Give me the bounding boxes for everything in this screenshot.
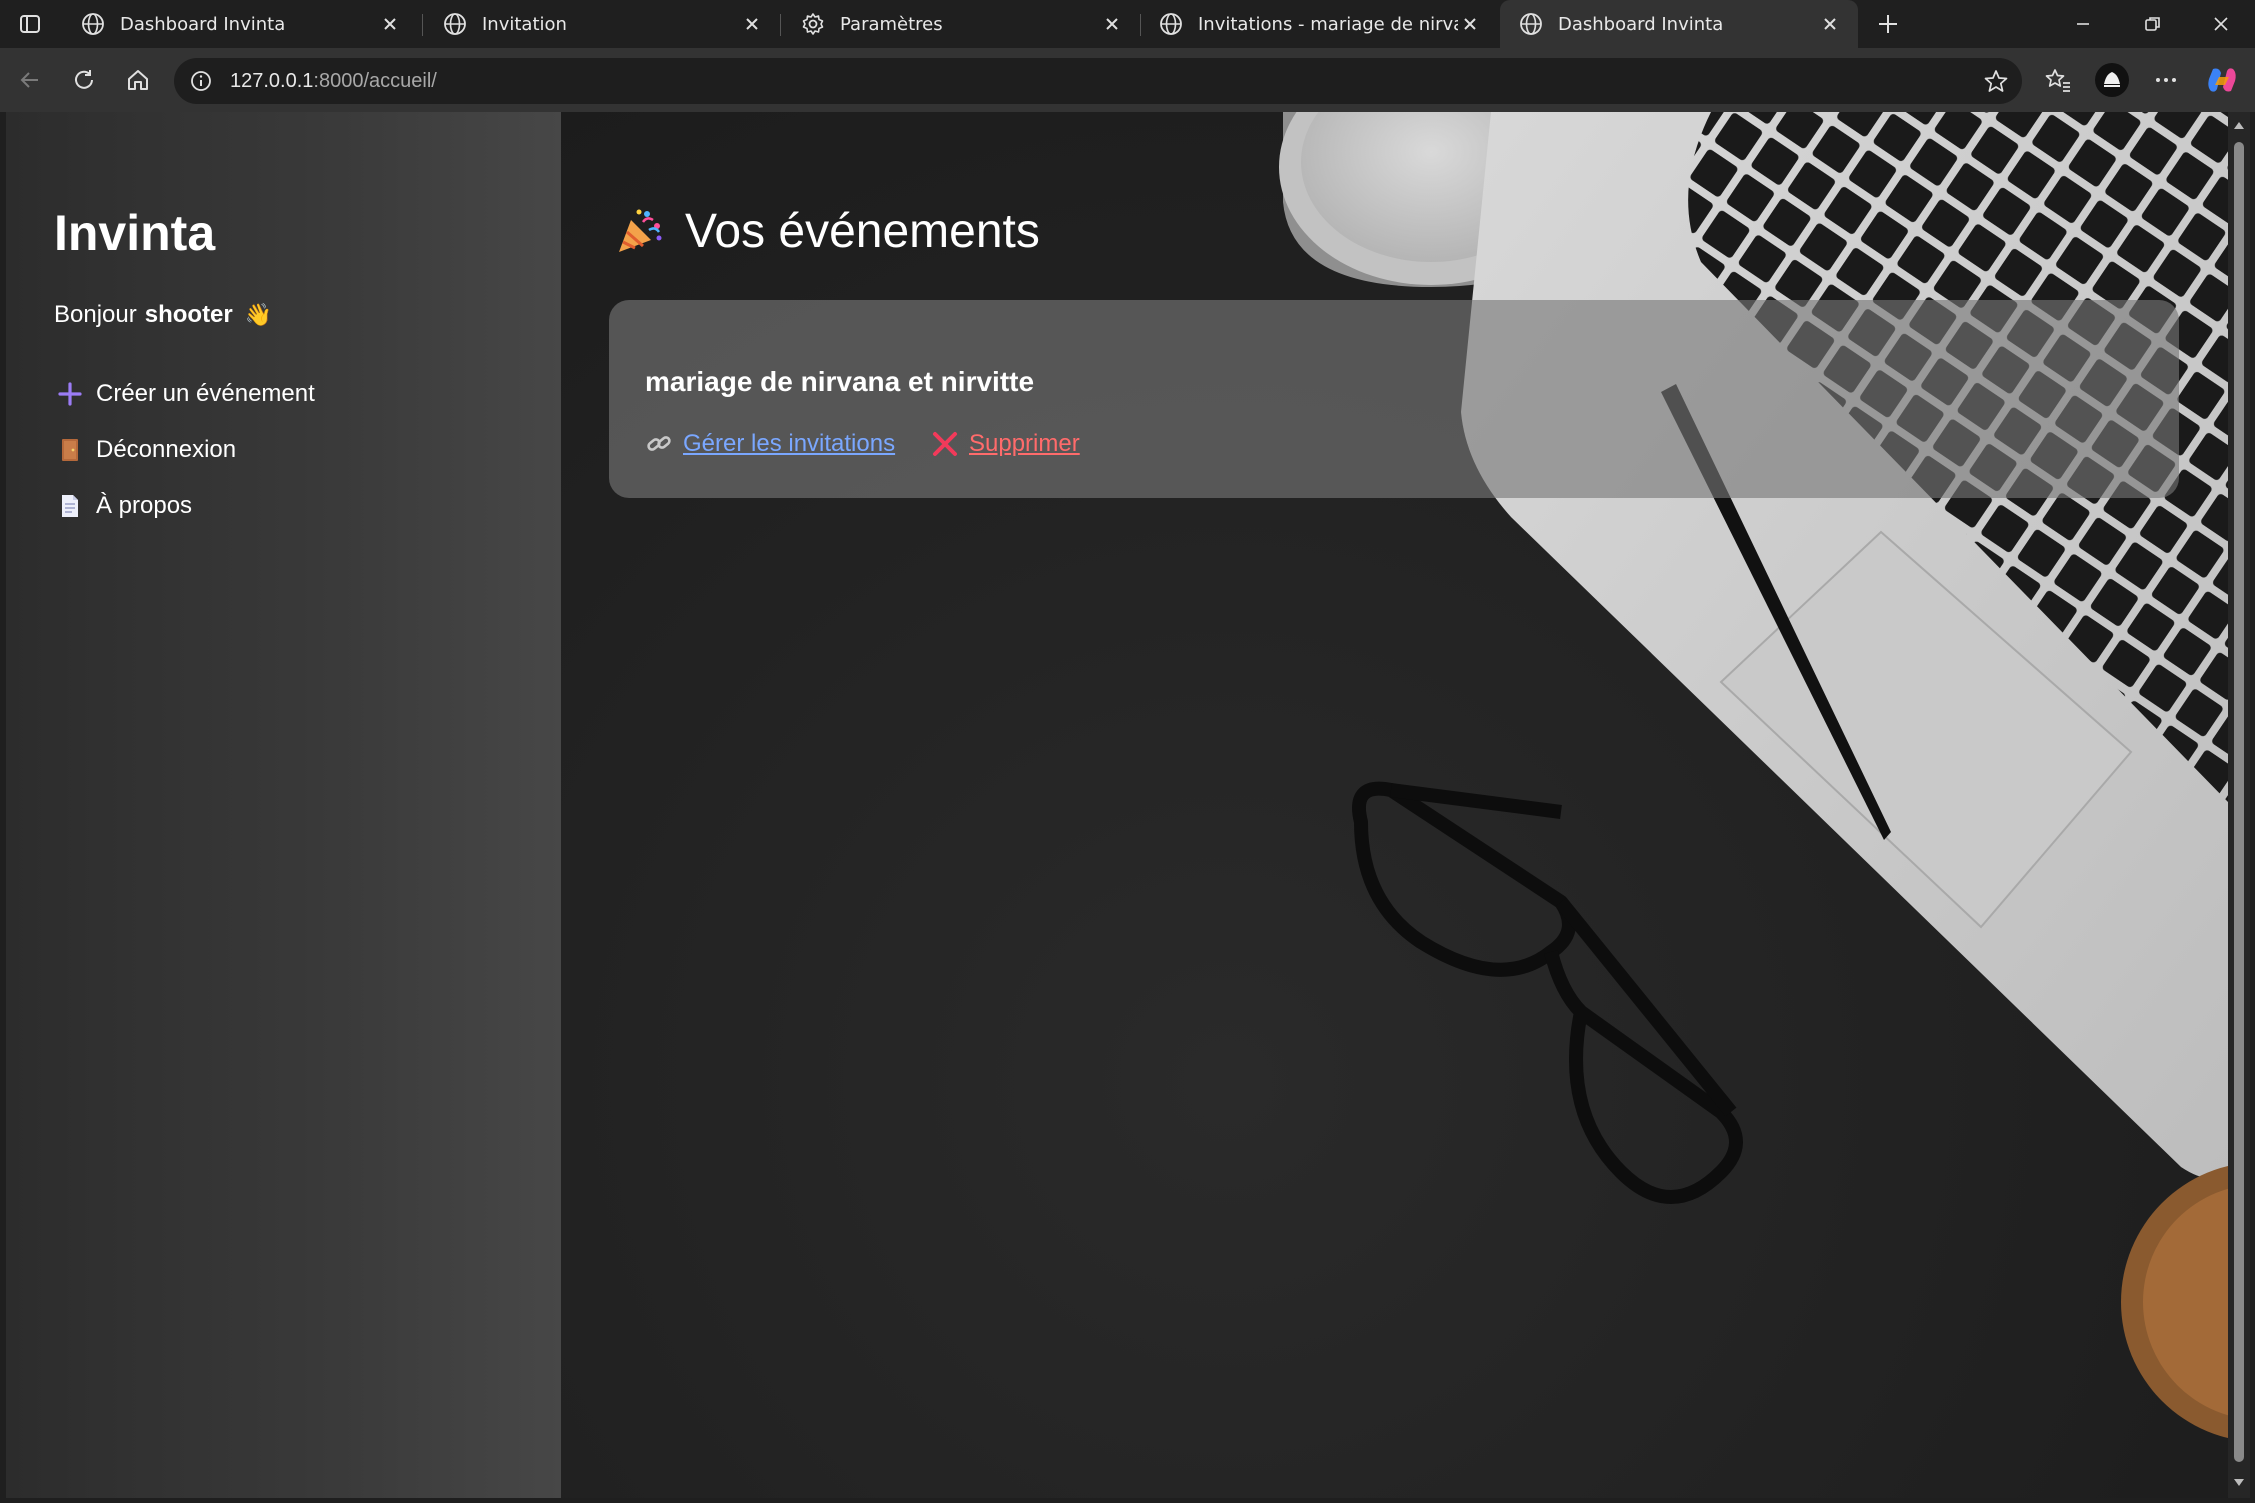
tab-divider [422, 14, 423, 36]
greeting: Bonjour shooter 👋 [54, 301, 272, 329]
link-icon [647, 436, 671, 451]
main-content: Vos événements mariage de nirvana et nir… [561, 112, 2228, 1498]
favorites-button[interactable] [2038, 60, 2078, 100]
nav-logout[interactable]: Déconnexion [56, 436, 236, 464]
page-viewport: Invinta Bonjour shooter 👋 Créer un événe… [6, 112, 2228, 1498]
greeting-prefix: Bonjour [54, 301, 137, 328]
restore-button[interactable] [2118, 0, 2188, 48]
more-options-button[interactable] [2146, 60, 2186, 100]
page-title-text: Vos événements [685, 205, 1040, 258]
cross-mark-icon [933, 432, 957, 456]
manage-invitations-link[interactable]: Gérer les invitations [645, 430, 895, 458]
tab-title: Dashboard Invinta [120, 13, 286, 35]
close-icon[interactable] [1818, 12, 1842, 36]
door-icon [56, 436, 84, 464]
globe-icon [80, 11, 106, 37]
document-icon [56, 492, 84, 520]
page-title: Vos événements [613, 204, 1040, 259]
browser-toolbar: 127.0.0.1:8000/accueil/ [0, 48, 2255, 112]
new-tab-button[interactable] [1866, 0, 1910, 48]
profile-avatar[interactable] [2092, 60, 2132, 100]
reload-button[interactable] [64, 60, 104, 100]
tab-title: Paramètres [840, 13, 943, 35]
scroll-thumb[interactable] [2234, 142, 2244, 1462]
delete-event-link[interactable]: Supprimer [931, 430, 1080, 458]
plus-icon [56, 380, 84, 408]
nav-label: Créer un événement [96, 380, 315, 407]
globe-icon [1518, 11, 1544, 37]
info-icon[interactable] [188, 68, 214, 94]
tab-divider [780, 14, 781, 36]
nav-create-event[interactable]: Créer un événement [56, 380, 315, 408]
close-icon[interactable] [378, 12, 402, 36]
gear-icon [800, 11, 826, 37]
close-icon[interactable] [1100, 12, 1124, 36]
tab-parametres[interactable]: Paramètres [782, 0, 1140, 48]
minimize-button[interactable] [2048, 0, 2118, 48]
close-icon[interactable] [1458, 12, 1482, 36]
globe-icon [1158, 11, 1184, 37]
star-icon[interactable] [1982, 67, 2010, 95]
copilot-icon[interactable] [2202, 60, 2242, 100]
tab-title: Invitation [482, 13, 567, 35]
url-path: :8000/accueil/ [313, 69, 437, 92]
globe-icon [442, 11, 468, 37]
page-scrollbar[interactable] [2228, 112, 2250, 1498]
nav-label: Déconnexion [96, 436, 237, 463]
tab-title: Dashboard Invinta [1558, 13, 1724, 35]
scroll-up-icon[interactable] [2233, 120, 2245, 130]
sidebar: Invinta Bonjour shooter 👋 Créer un événe… [6, 112, 561, 1498]
tab-dashboard-1[interactable]: Dashboard Invinta [62, 0, 418, 48]
nav-label: À propos [96, 492, 193, 519]
tab-title: Invitations - mariage de nirvana e [1198, 13, 1458, 35]
delete-event-label: Supprimer [969, 430, 1080, 457]
party-popper-icon [619, 209, 662, 252]
tab-dashboard-active[interactable]: Dashboard Invinta [1500, 0, 1858, 48]
home-button[interactable] [118, 60, 158, 100]
tab-invitations-mariage[interactable]: Invitations - mariage de nirvana e [1140, 0, 1498, 48]
url-host: 127.0.0.1 [230, 69, 314, 92]
username: shooter [144, 301, 233, 328]
close-window-button[interactable] [2186, 0, 2255, 48]
close-icon[interactable] [740, 12, 764, 36]
scroll-down-icon[interactable] [2233, 1478, 2245, 1488]
back-button[interactable] [10, 60, 50, 100]
nav-about[interactable]: À propos [56, 492, 192, 520]
tab-actions-icon[interactable] [10, 0, 50, 48]
waving-hand-icon: 👋 [244, 302, 273, 327]
url-text: 127.0.0.1:8000/accueil/ [230, 70, 437, 93]
address-bar[interactable]: 127.0.0.1:8000/accueil/ [174, 58, 2022, 104]
browser-tab-strip: Dashboard Invinta Invitation Paramètres … [0, 0, 2255, 48]
brand-logo[interactable]: Invinta [54, 204, 215, 262]
tab-invitation[interactable]: Invitation [424, 0, 780, 48]
event-card: mariage de nirvana et nirvitte Gérer les… [609, 300, 2179, 498]
manage-invitations-label: Gérer les invitations [683, 430, 896, 457]
event-name: mariage de nirvana et nirvitte [645, 366, 1035, 397]
